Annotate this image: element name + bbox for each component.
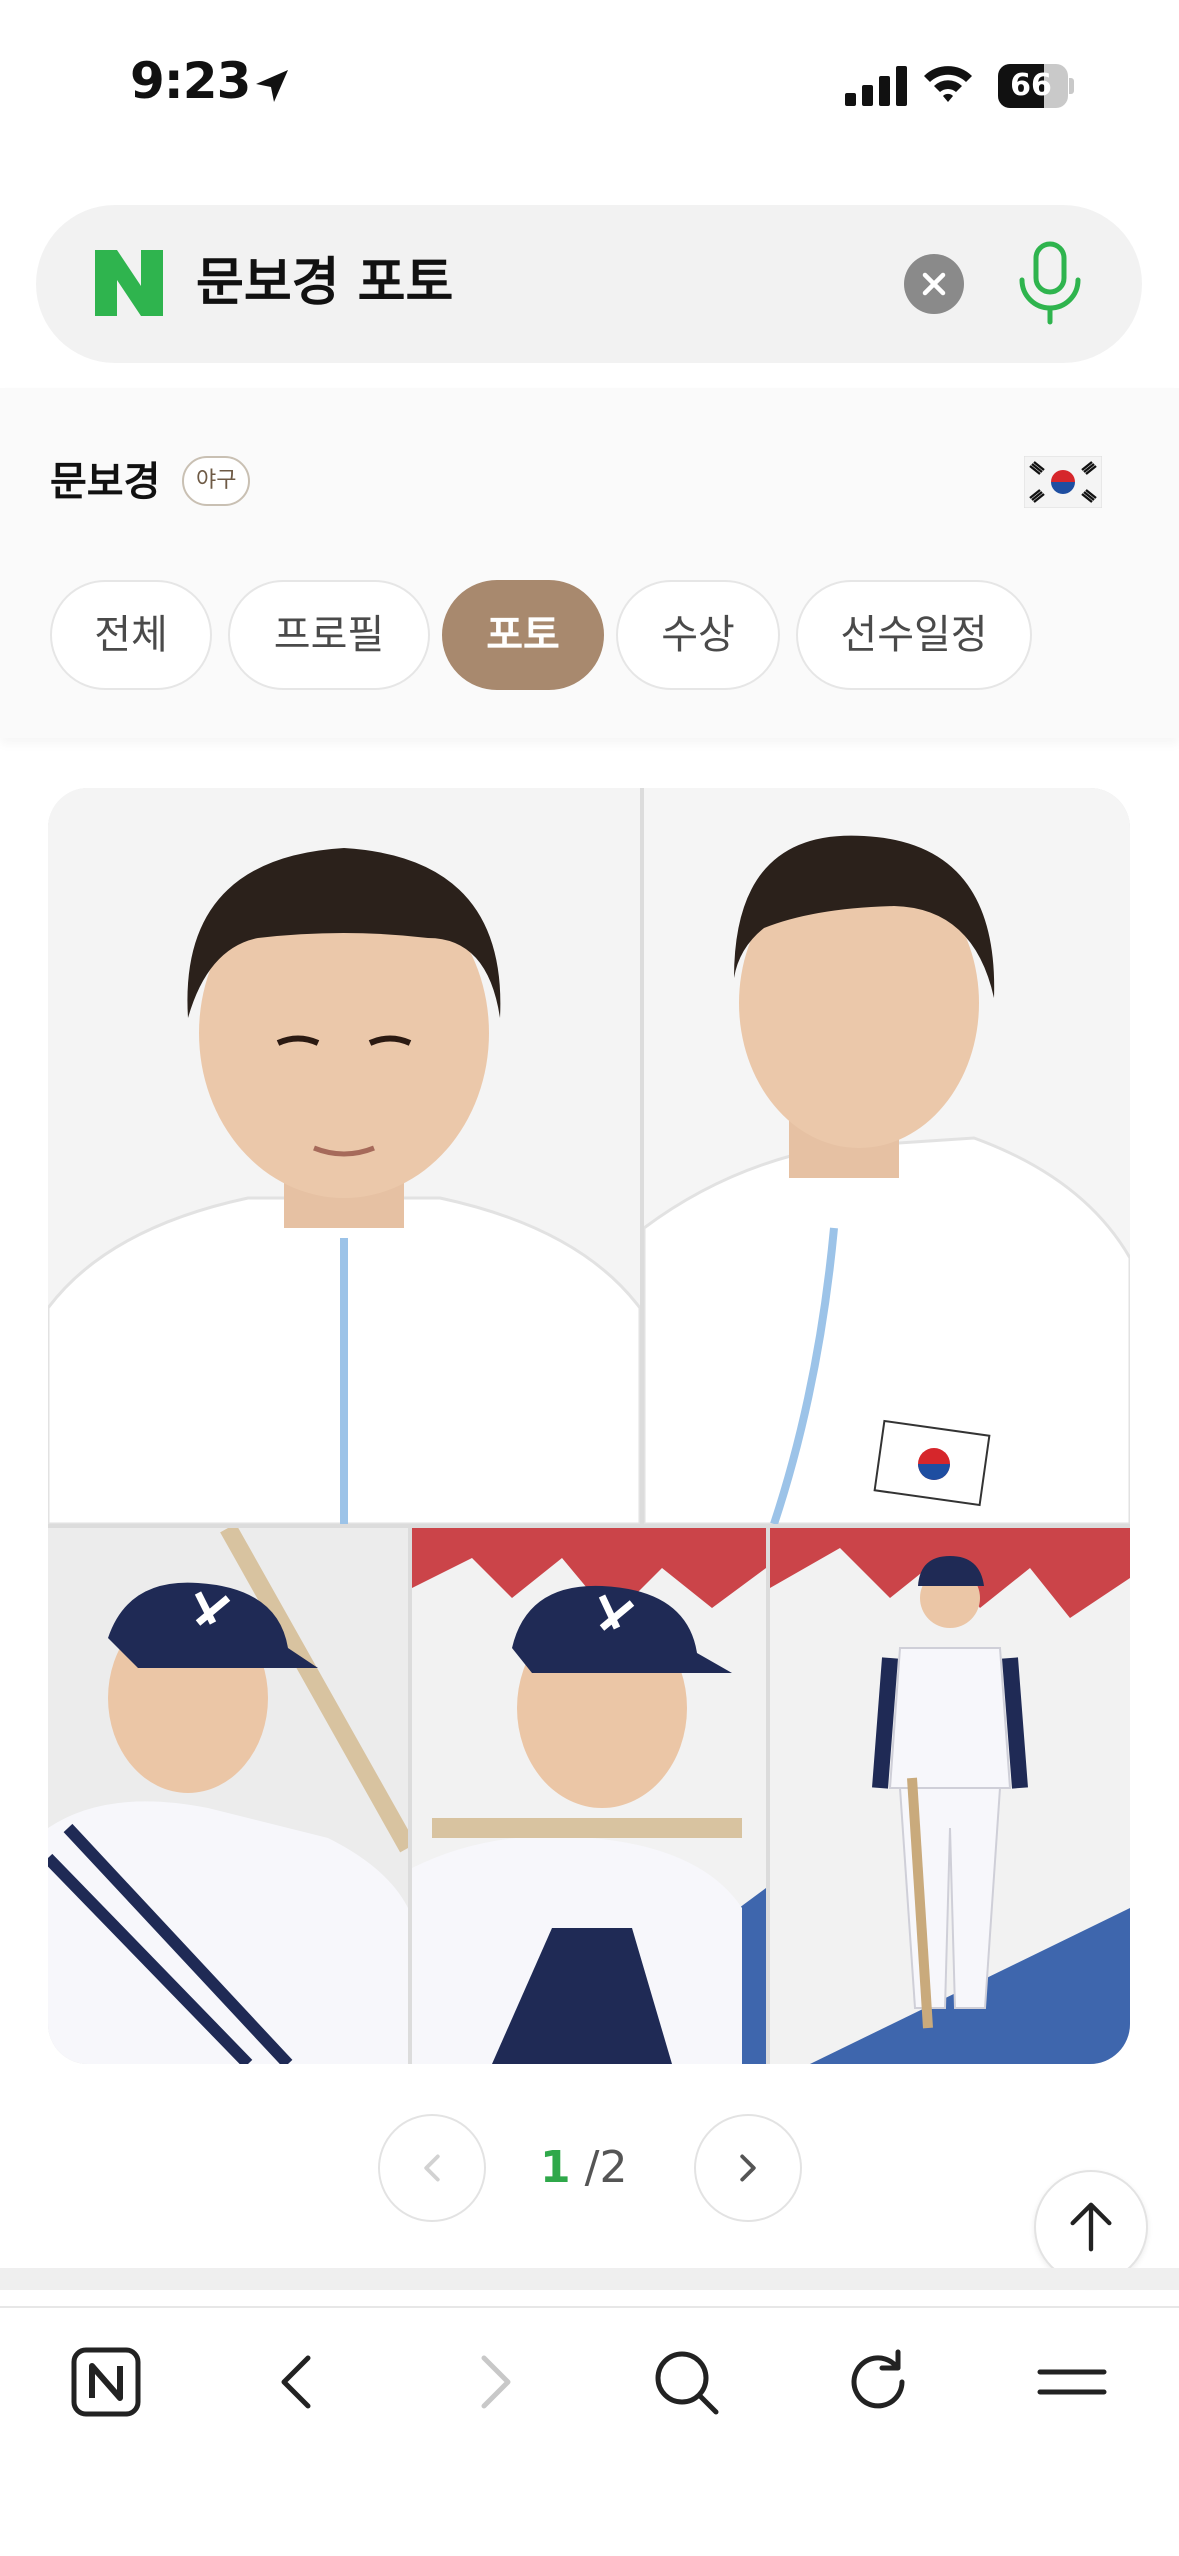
naver-home-icon[interactable] [70,2346,142,2418]
scroll-top-button[interactable] [1034,2170,1148,2284]
entity-name[interactable]: 문보경 [50,454,160,510]
wifi-icon [924,66,972,102]
current-page: 1 [540,2142,571,2193]
photo-thumbnail[interactable] [770,1528,1130,2064]
tab-all[interactable]: 전체 [50,580,212,690]
photo-thumbnail[interactable] [644,788,1130,1524]
battery-level: 66 [1010,68,1052,103]
arrow-up-icon [1070,2202,1112,2252]
tab-schedule[interactable]: 선수일정 [796,580,1032,690]
chevron-right-icon [740,2154,756,2182]
korea-flag-icon [1024,456,1102,508]
photo-gallery [48,788,1130,2064]
search-input[interactable]: 문보경 포토 [196,250,453,316]
naver-logo-icon[interactable] [95,250,163,316]
photo-thumbnail[interactable] [412,1528,766,2064]
chevron-left-icon [424,2154,440,2182]
battery-indicator: 66 [998,64,1074,108]
next-page-button[interactable] [694,2114,802,2222]
status-time: 9:23 [130,52,251,110]
clear-search-button[interactable] [904,254,964,314]
clear-icon [922,272,946,296]
reload-icon[interactable] [842,2346,914,2418]
signal-icon [845,66,907,106]
mic-icon[interactable] [1012,240,1088,326]
tab-profile[interactable]: 프로필 [228,580,430,690]
browser-toolbar [0,2306,1179,2556]
photo-thumbnail[interactable] [48,1528,408,2064]
location-arrow-icon [256,70,288,102]
page-indicator: 1 /2 [540,2140,627,2196]
back-icon[interactable] [262,2346,334,2418]
menu-icon[interactable] [1036,2346,1108,2418]
total-pages: /2 [584,2142,628,2193]
tab-photo[interactable]: 포토 [442,580,604,690]
search-icon[interactable] [650,2346,722,2418]
section-divider [0,2268,1179,2290]
entity-category-tag: 야구 [182,456,251,506]
forward-icon[interactable] [458,2346,530,2418]
prev-page-button[interactable] [378,2114,486,2222]
photo-thumbnail[interactable] [48,788,640,1524]
tab-awards[interactable]: 수상 [616,580,780,690]
